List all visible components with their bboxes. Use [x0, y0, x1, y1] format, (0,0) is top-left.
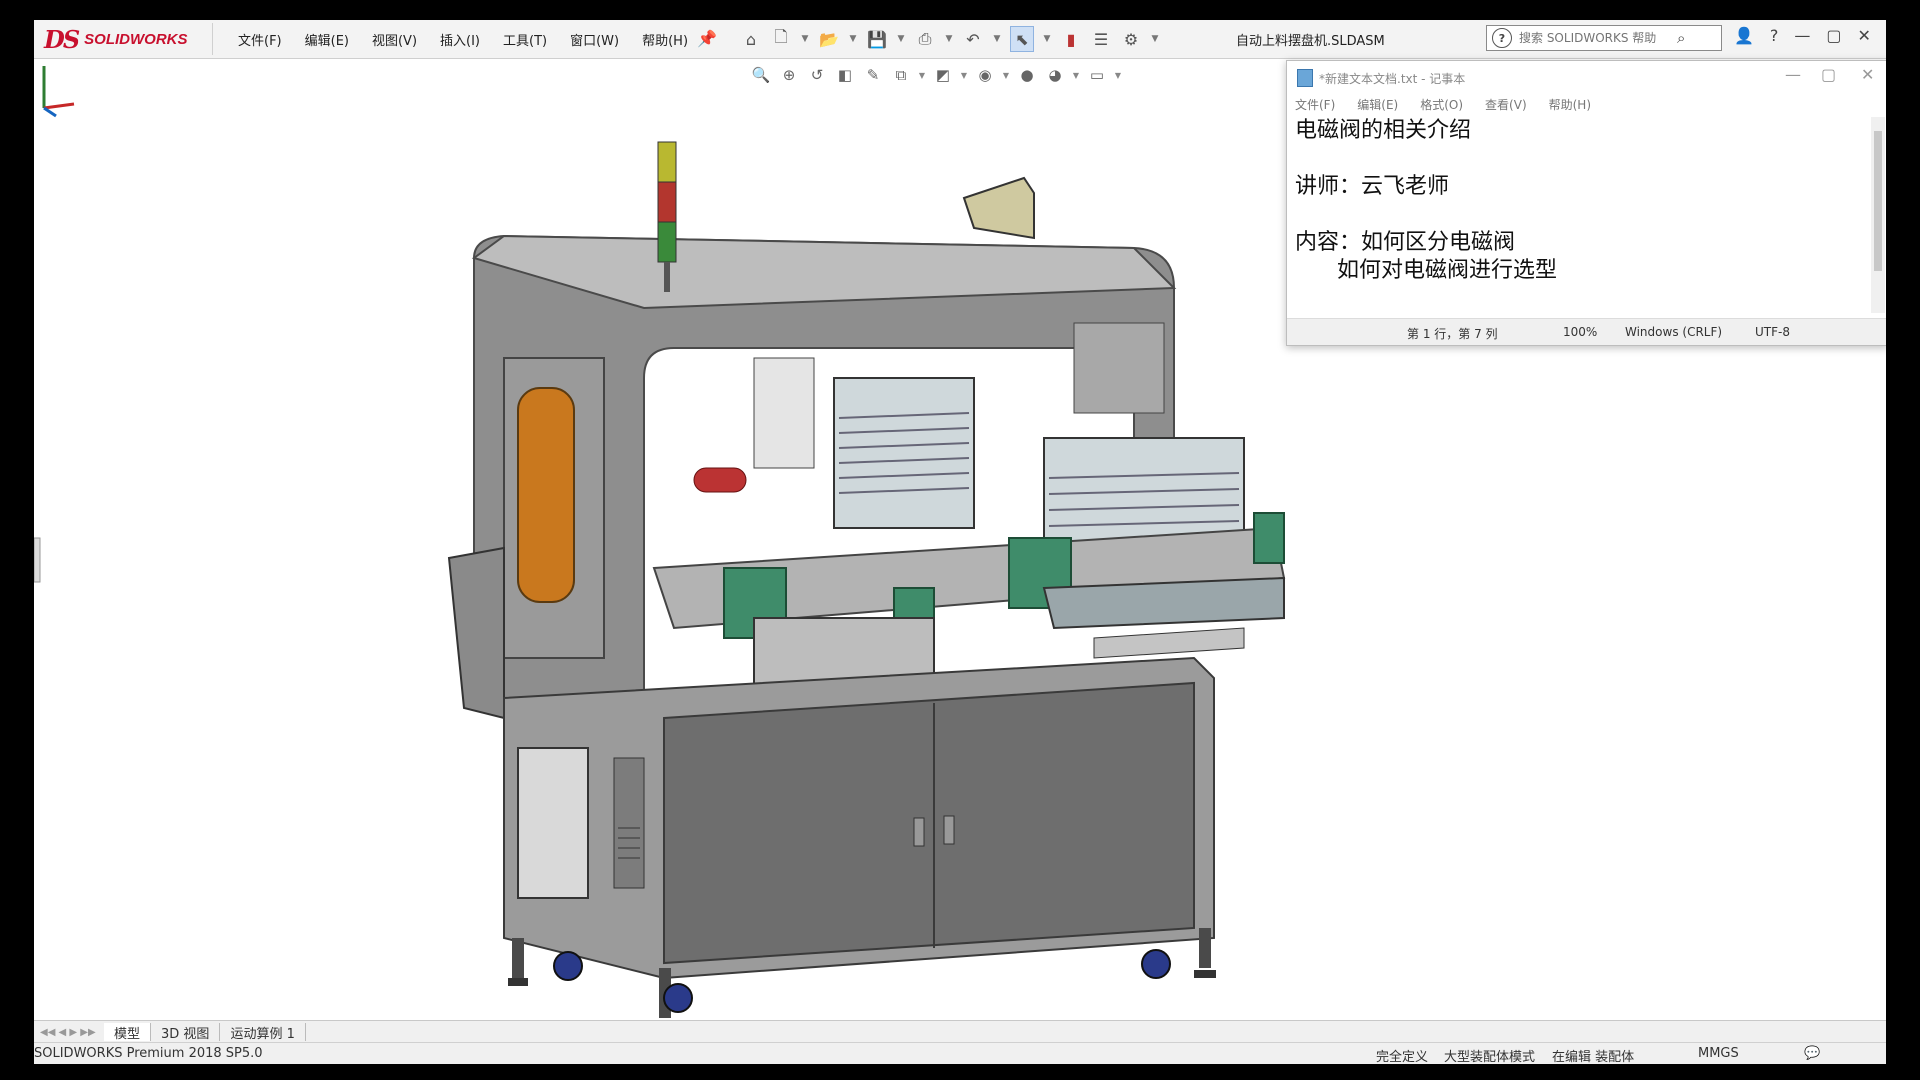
chat-icon[interactable]: 💬 [1804, 1046, 1820, 1061]
menu-file[interactable]: 文件(F) [238, 30, 282, 49]
chevron-down-icon[interactable]: ▼ [944, 27, 954, 51]
chevron-down-icon[interactable]: ▼ [896, 27, 906, 51]
menu-edit[interactable]: 编辑(E) [305, 30, 349, 49]
status-fully-defined: 完全定义 [1376, 1050, 1429, 1064]
axis-triad-icon [42, 66, 75, 118]
cursor-position: 第 1 行，第 7 列 [1407, 327, 1498, 341]
notepad-menu-bar: 文件(F) 编辑(E) 格式(O) 查看(V) 帮助(H) [1287, 93, 1886, 115]
document-title: 自动上料摆盘机.SLDASM [1236, 34, 1385, 49]
minimize-icon[interactable]: — [1794, 26, 1810, 45]
tab-motion-study[interactable]: 运动算例 1 [220, 1023, 306, 1042]
print-icon[interactable]: ⎙ [914, 27, 936, 51]
menu-bar: 文件(F) 编辑(E) 视图(V) 插入(I) 工具(T) 窗口(W) 帮助(H… [238, 20, 711, 58]
status-editing: 在编辑 装配体 [1552, 1050, 1635, 1064]
window-controls: 👤 ? — ▢ ✕ [1734, 26, 1871, 45]
open-folder-icon[interactable]: 📂 [818, 27, 840, 51]
scrollbar-thumb[interactable] [1874, 131, 1882, 271]
menu-tools[interactable]: 工具(T) [503, 30, 547, 49]
bottom-tabs: ◀◀ ◀ ▶ ▶▶ 模型 3D 视图 运动算例 1 [34, 1020, 1886, 1043]
notepad-title-bar[interactable]: *新建文本文档.txt - 记事本 — ▢ ✕ [1287, 61, 1886, 93]
notepad-text-area[interactable]: 电磁阀的相关介绍 讲师：云飞老师内容：如何区分电磁阀 如何对电磁阀进行选型 [1295, 117, 1855, 313]
version-label: SOLIDWORKS Premium 2018 SP5.0 [34, 1046, 263, 1061]
solidworks-window: DS SOLIDWORKS 文件(F) 编辑(E) 视图(V) 插入(I) 工具… [34, 20, 1886, 1064]
text-line [1295, 145, 1855, 173]
text-line: 电磁阀的相关介绍 [1295, 118, 1472, 143]
maximize-icon[interactable]: ▢ [1826, 26, 1841, 45]
notepad-title: *新建文本文档.txt - 记事本 [1319, 72, 1466, 86]
standard-toolbar: ⌂ 🗋 ▼ 📂 ▼ 💾 ▼ ⎙ ▼ ↶ ▼ ⬉ ▼ ▮ ☰ ⚙ ▼ [740, 26, 1160, 52]
menu-help[interactable]: 帮助(H) [642, 30, 688, 49]
chevron-down-icon[interactable]: ▼ [992, 27, 1002, 51]
logo-text: SOLIDWORKS [84, 30, 188, 48]
search-input[interactable] [1517, 30, 1671, 46]
solidworks-logo[interactable]: DS SOLIDWORKS [44, 23, 213, 55]
notepad-status-bar: 第 1 行，第 7 列 100% Windows (CRLF) UTF-8 [1287, 318, 1886, 345]
tab-3d-view[interactable]: 3D 视图 [151, 1023, 221, 1042]
status-bar: SOLIDWORKS Premium 2018 SP5.0 完全定义 大型装配体… [34, 1042, 1886, 1064]
user-icon[interactable]: 👤 [1734, 26, 1754, 45]
maximize-icon[interactable]: ▢ [1821, 65, 1836, 84]
menu-insert[interactable]: 插入(I) [440, 30, 480, 49]
minimize-icon[interactable]: — [1785, 65, 1801, 84]
close-icon[interactable]: ✕ [1861, 65, 1874, 84]
status-large-assembly: 大型装配体模式 [1444, 1050, 1536, 1064]
save-icon[interactable]: 💾 [866, 27, 888, 51]
gear-icon[interactable]: ⚙ [1120, 27, 1142, 51]
text-line: 讲师：云飞老师 [1295, 174, 1450, 199]
notepad-menu-view[interactable]: 查看(V) [1485, 96, 1527, 113]
menu-view[interactable]: 视图(V) [372, 30, 417, 49]
ds-logo-mark: DS [44, 24, 80, 54]
tab-scroll-arrows-icon[interactable]: ◀◀ ◀ ▶ ▶▶ [40, 1027, 104, 1038]
vertical-scrollbar[interactable] [1871, 117, 1885, 313]
text-line [1295, 201, 1855, 229]
file-properties-icon[interactable]: ☰ [1090, 27, 1112, 51]
help-icon[interactable]: ? [1770, 26, 1779, 45]
chevron-down-icon[interactable]: ▼ [1150, 27, 1160, 51]
search-icon[interactable]: ⌕ [1677, 29, 1685, 47]
traffic-light-icon[interactable]: ▮ [1060, 27, 1082, 51]
notepad-icon [1297, 69, 1313, 87]
notepad-window[interactable]: *新建文本文档.txt - 记事本 — ▢ ✕ 文件(F) 编辑(E) 格式(O… [1286, 60, 1886, 346]
close-icon[interactable]: ✕ [1858, 26, 1871, 45]
chevron-down-icon[interactable]: ▼ [800, 27, 810, 51]
home-icon[interactable]: ⌂ [740, 27, 762, 51]
new-document-icon[interactable]: 🗋 [770, 27, 792, 51]
pin-icon[interactable]: 📌 [697, 29, 717, 48]
undo-icon[interactable]: ↶ [962, 27, 984, 51]
help-circle-icon: ? [1492, 28, 1512, 48]
encoding: UTF-8 [1755, 325, 1790, 339]
notepad-menu-edit[interactable]: 编辑(E) [1357, 96, 1398, 113]
units-selector[interactable]: MMGS [1698, 1046, 1739, 1061]
notepad-menu-file[interactable]: 文件(F) [1295, 96, 1335, 113]
text-line: 内容：如何区分电磁阀 [1295, 230, 1516, 255]
search-box[interactable]: ? ⌕ [1486, 25, 1722, 51]
tab-model[interactable]: 模型 [104, 1023, 152, 1042]
notepad-menu-help[interactable]: 帮助(H) [1549, 96, 1591, 113]
zoom-level: 100% [1563, 325, 1598, 339]
chevron-down-icon[interactable]: ▼ [1042, 27, 1052, 51]
chevron-down-icon[interactable]: ▼ [848, 27, 858, 51]
text-line: 如何对电磁阀进行选型 [1295, 258, 1557, 283]
select-cursor-icon[interactable]: ⬉ [1010, 26, 1034, 52]
title-bar: DS SOLIDWORKS 文件(F) 编辑(E) 视图(V) 插入(I) 工具… [34, 20, 1886, 59]
line-ending: Windows (CRLF) [1625, 325, 1723, 339]
menu-window[interactable]: 窗口(W) [570, 30, 619, 49]
notepad-menu-format[interactable]: 格式(O) [1420, 96, 1463, 113]
